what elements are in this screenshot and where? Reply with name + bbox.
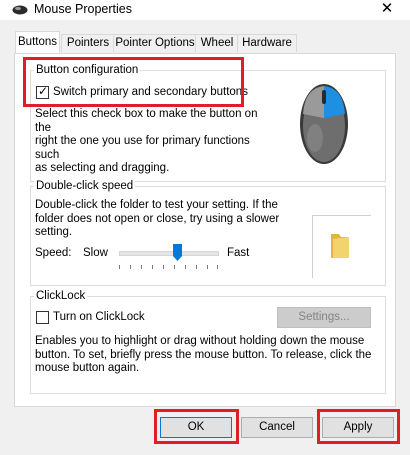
description-line: right the one you use for primary functi… [35, 135, 250, 161]
slider-tick [163, 265, 164, 269]
cancel-button[interactable]: Cancel [241, 417, 313, 438]
tab-label: Buttons [18, 36, 57, 48]
folder-icon [331, 234, 349, 258]
group-title: Double-click speed [34, 180, 136, 192]
slider-track [119, 251, 219, 256]
slider-tick [207, 265, 208, 269]
slider-tick [174, 265, 175, 269]
test-folder-area[interactable] [312, 215, 371, 278]
double-click-description: Double-click the folder to test your set… [35, 199, 295, 240]
clicklock-checkbox[interactable] [36, 311, 49, 324]
slider-tick [119, 265, 120, 269]
slider-thumb[interactable] [173, 244, 183, 261]
description-line: button. To set, briefly press the mouse … [35, 348, 372, 361]
highlight-box [23, 57, 244, 107]
tab-label: Wheel [200, 37, 234, 49]
tab-buttons[interactable]: Buttons [15, 31, 60, 53]
mouse-app-icon [12, 5, 28, 15]
description-line: mouse button again. [35, 362, 140, 374]
tab-wheel[interactable]: Wheel [195, 34, 239, 52]
slow-label: Slow [83, 247, 108, 259]
group-title: ClickLock [34, 290, 88, 302]
window-title: Mouse Properties [34, 2, 132, 16]
slider-tick [141, 265, 142, 269]
description-line: Double-click the folder to test your set… [35, 199, 278, 211]
tab-pointers[interactable]: Pointers [61, 34, 115, 52]
tab-label: Pointers [66, 37, 110, 49]
slider-tick [152, 265, 153, 269]
slider-tick [130, 265, 131, 269]
description-line: folder does not open or close, try using… [35, 212, 280, 225]
tab-panel: Button configuration ✓ Switch primary an… [14, 53, 396, 407]
fast-label: Fast [227, 247, 250, 259]
slider-tick [217, 265, 218, 269]
title-bar: Mouse Properties ✕ [0, 0, 410, 20]
slider-tick [196, 265, 197, 269]
clicklock-description: Enables you to highlight or drag without… [35, 335, 375, 376]
close-button[interactable]: ✕ [372, 0, 402, 20]
close-icon: ✕ [380, 0, 394, 17]
mouse-icon [300, 84, 348, 164]
button-config-description: Select this check box to make the button… [35, 108, 275, 176]
slider-tick [185, 265, 186, 269]
speed-label: Speed: [35, 247, 72, 259]
clicklock-settings-button[interactable]: Settings... [277, 307, 371, 328]
double-click-speed-slider[interactable] [119, 244, 219, 272]
description-line: Select this check box to make the button… [35, 108, 258, 134]
description-line: Enables you to highlight or drag without… [35, 335, 365, 347]
description-line: setting. [35, 226, 73, 238]
tab-pointer-options[interactable]: Pointer Options [113, 34, 197, 52]
tab-label: Pointer Options [115, 37, 195, 49]
tab-hardware[interactable]: Hardware [237, 34, 297, 52]
description-line: as selecting and dragging. [35, 162, 170, 174]
tab-label: Hardware [242, 37, 292, 49]
clicklock-label: Turn on ClickLock [53, 311, 145, 323]
highlight-box [154, 409, 239, 444]
highlight-box [317, 409, 400, 444]
